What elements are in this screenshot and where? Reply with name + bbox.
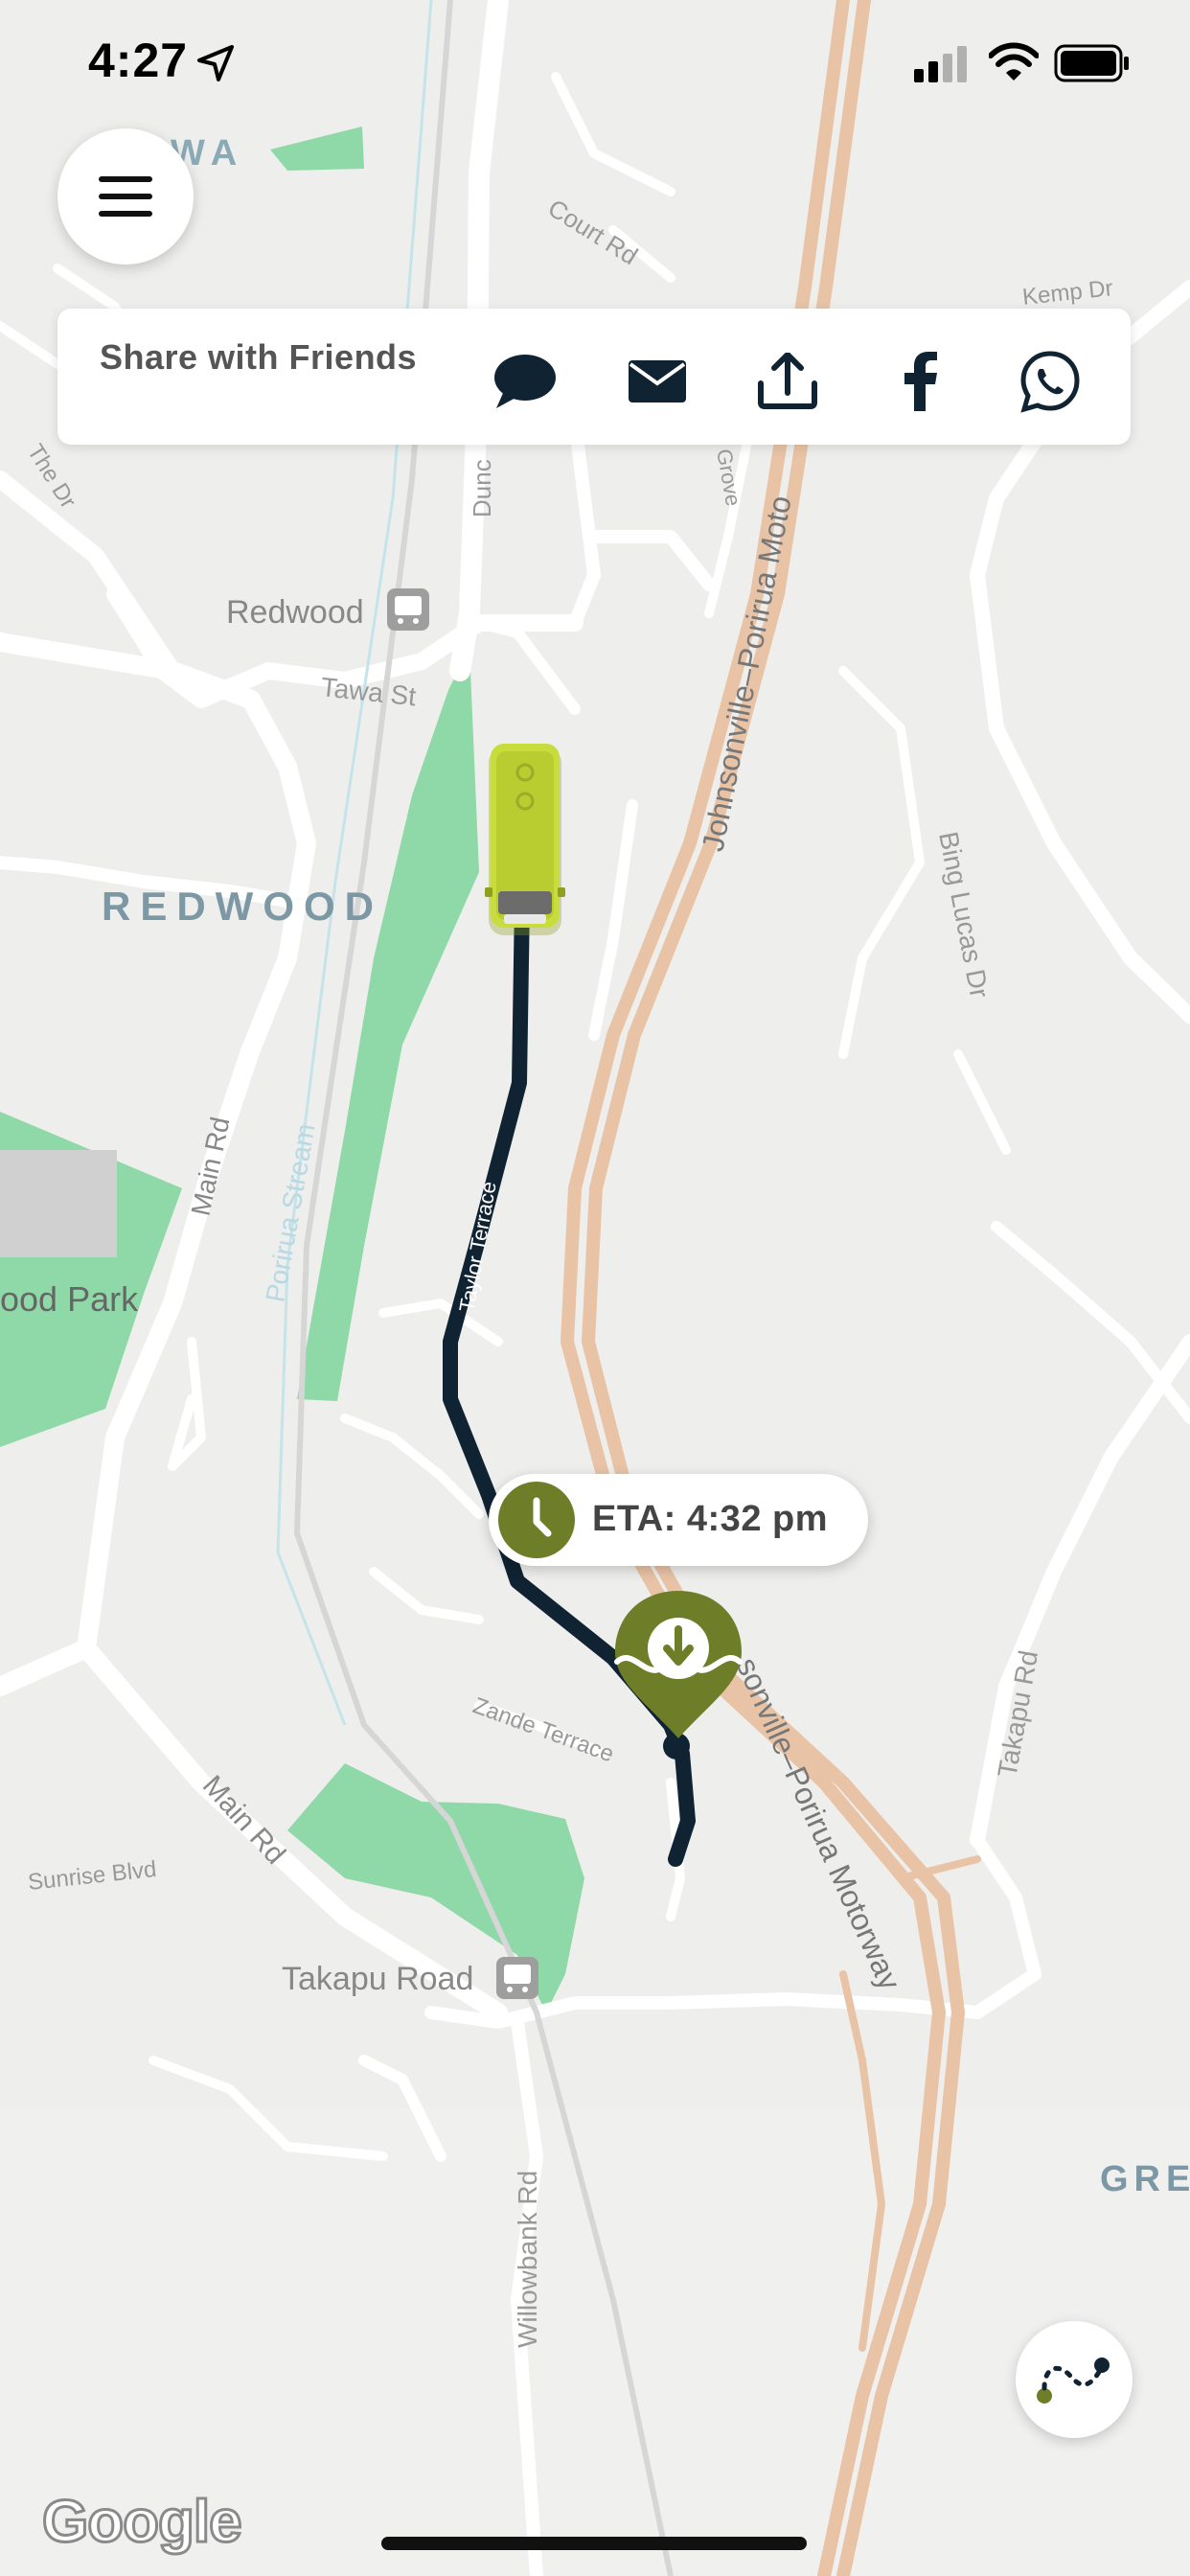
share-email-button[interactable] bbox=[623, 347, 692, 416]
bus-icon bbox=[485, 744, 565, 935]
share-sheet-button[interactable] bbox=[753, 347, 822, 416]
share-message-button[interactable] bbox=[491, 347, 560, 416]
clock-icon bbox=[498, 1482, 575, 1558]
status-time: 4:27 bbox=[88, 34, 189, 87]
location-arrow-icon bbox=[197, 45, 234, 81]
mail-icon bbox=[629, 360, 686, 402]
chat-icon bbox=[494, 355, 556, 408]
share-facebook-button[interactable] bbox=[885, 347, 954, 416]
status-bar: 4:27 bbox=[0, 0, 1190, 125]
redwood-station-icon bbox=[387, 588, 429, 631]
menu-button[interactable] bbox=[57, 128, 194, 264]
battery-icon bbox=[1054, 44, 1129, 82]
route-end-dot bbox=[663, 1733, 690, 1760]
home-indicator[interactable] bbox=[381, 2537, 807, 2550]
whatsapp-icon bbox=[1020, 351, 1080, 413]
label-wood-park: ood Park bbox=[0, 1279, 139, 1319]
building-block bbox=[0, 1150, 117, 1257]
upload-share-icon bbox=[758, 353, 817, 409]
hamburger-menu-icon bbox=[99, 176, 152, 217]
share-panel: Share with Friends bbox=[57, 309, 1131, 445]
facebook-icon bbox=[904, 352, 937, 411]
label-takapu-road-station: Takapu Road bbox=[282, 1961, 473, 1997]
label-willowbank-rd: Willowbank Rd bbox=[513, 2171, 542, 2348]
label-redwood-station: Redwood bbox=[226, 594, 364, 631]
share-title: Share with Friends bbox=[100, 337, 418, 377]
wifi-icon bbox=[989, 42, 1039, 80]
eta-label: ETA: 4:32 pm bbox=[592, 1499, 829, 1539]
label-gre: GRE bbox=[1100, 2159, 1190, 2199]
label-dunc: Dunc bbox=[468, 459, 496, 518]
eta-badge: ETA: 4:32 pm bbox=[489, 1474, 868, 1566]
takapu-station-icon bbox=[496, 1957, 538, 1999]
cellular-signal-icon bbox=[914, 46, 967, 82]
label-redwood-suburb: REDWOOD bbox=[102, 884, 383, 929]
route-overview-button[interactable] bbox=[1016, 2321, 1133, 2438]
app-screen: WA Court Rd Kemp Dr The Dr Dunc Grove Re… bbox=[0, 0, 1190, 2576]
google-logo: Google bbox=[41, 2488, 244, 2557]
share-whatsapp-button[interactable] bbox=[1016, 347, 1085, 416]
route-dots-icon bbox=[1037, 2358, 1110, 2404]
